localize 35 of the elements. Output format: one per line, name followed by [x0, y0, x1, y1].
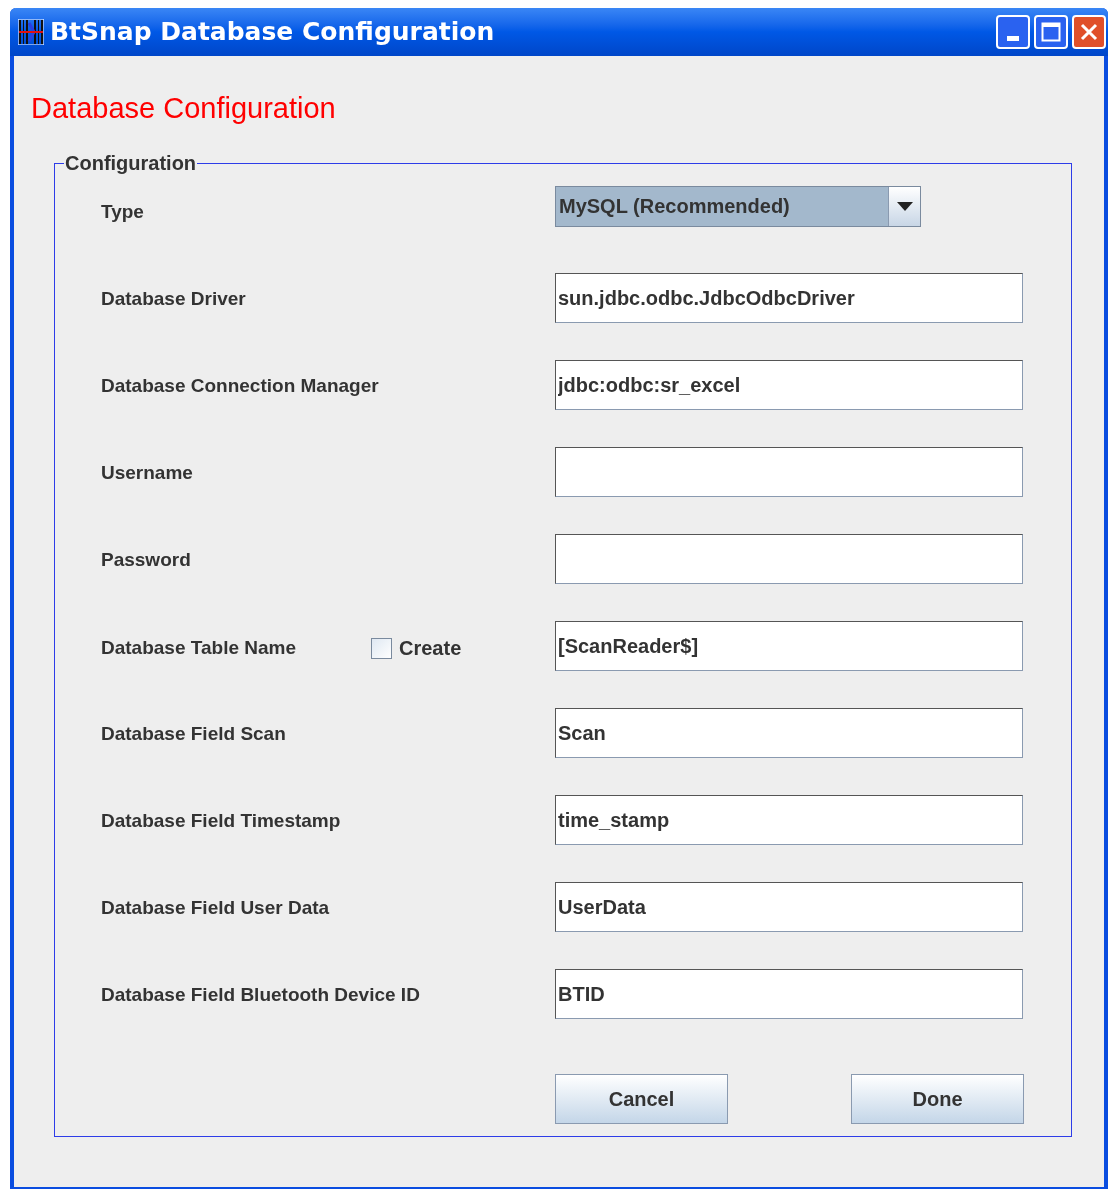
field-label: Database Connection Manager — [101, 374, 379, 398]
create-checkbox[interactable] — [371, 637, 392, 659]
minimize-icon — [1007, 36, 1019, 41]
maximize-button[interactable] — [1034, 15, 1068, 49]
page-heading: Database Configuration — [31, 91, 337, 126]
checkbox-label: Create — [399, 636, 462, 661]
group-title: Configuration — [64, 151, 198, 176]
dropdown-arrow-icon — [896, 202, 913, 211]
field-label: Type — [101, 200, 145, 224]
text-field[interactable] — [555, 447, 1023, 497]
text-field[interactable]: time_stamp — [555, 795, 1023, 845]
maximize-icon — [1041, 22, 1061, 42]
field-label: Database Field User Data — [101, 896, 331, 920]
barcode-icon — [18, 19, 44, 45]
cancel-button[interactable]: Cancel — [555, 1074, 728, 1124]
text-field[interactable] — [555, 534, 1023, 584]
text-field[interactable]: sun.jdbc.odbc.JdbcOdbcDriver — [555, 273, 1023, 323]
text-field[interactable]: jdbc:odbc:sr_excel — [555, 360, 1023, 410]
database-type-dropdown[interactable]: MySQL (Recommended) — [555, 186, 921, 227]
text-field[interactable]: BTID — [555, 969, 1023, 1019]
done-button[interactable]: Done — [851, 1074, 1024, 1124]
minimize-button[interactable] — [996, 15, 1030, 49]
field-label: Username — [101, 461, 194, 485]
field-label: Database Field Bluetooth Device ID — [101, 983, 420, 1007]
close-icon — [1080, 23, 1098, 41]
window-title: BtSnap Database Configuration — [50, 16, 496, 49]
text-field[interactable]: Scan — [555, 708, 1023, 758]
field-label: Database Field Timestamp — [101, 809, 342, 833]
field-label: Database Driver — [101, 287, 247, 311]
text-field[interactable]: UserData — [555, 882, 1023, 932]
text-field[interactable]: [ScanReader$] — [555, 621, 1023, 671]
field-label: Password — [101, 548, 192, 572]
field-label: Database Field Scan — [101, 722, 287, 746]
field-label: Database Table Name — [101, 635, 297, 660]
close-button[interactable] — [1072, 15, 1106, 49]
